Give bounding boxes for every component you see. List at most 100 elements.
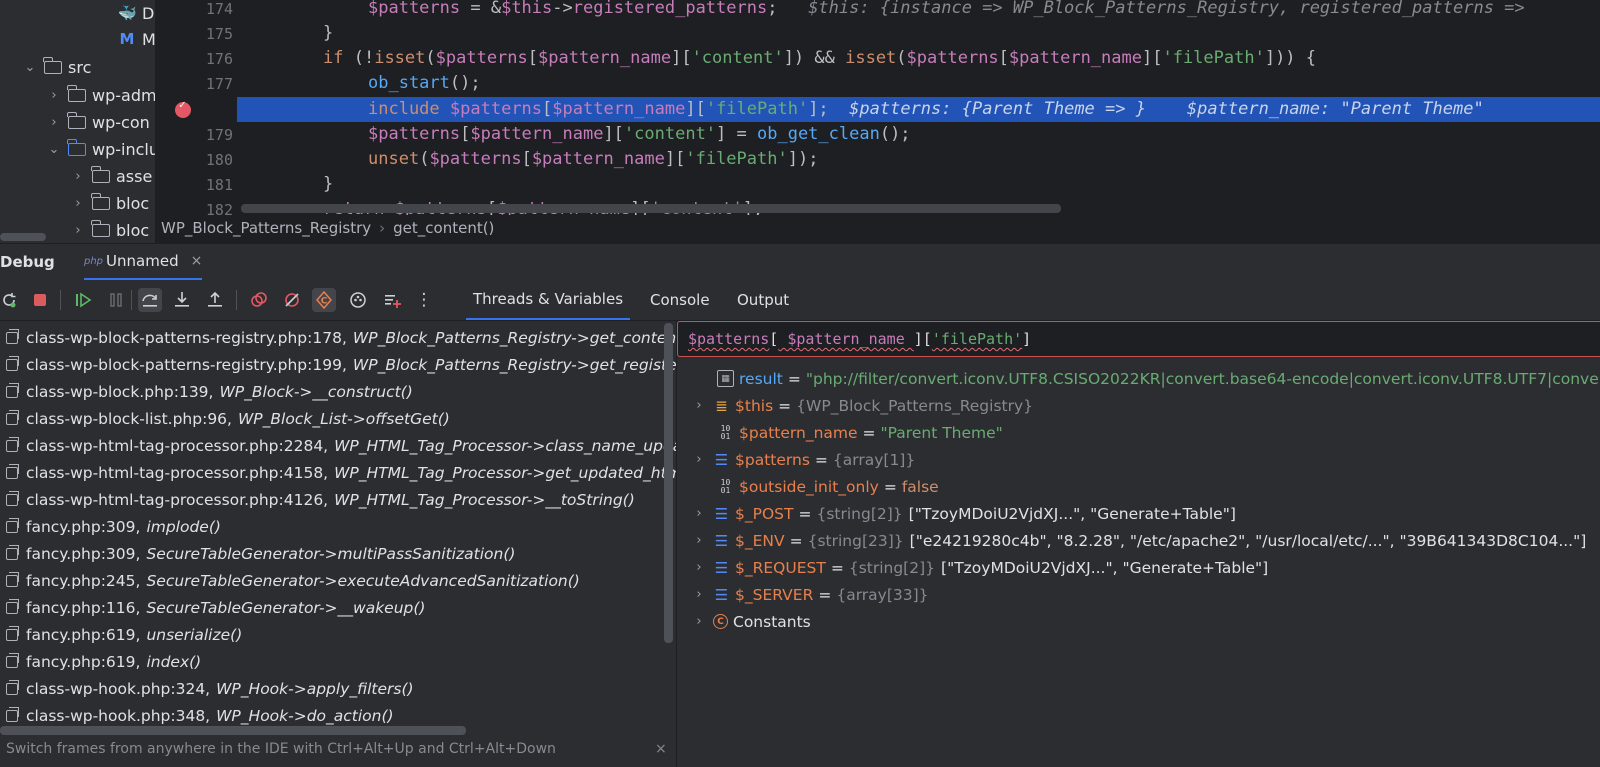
more-icon[interactable]: ⋮	[412, 288, 436, 312]
frame-row[interactable]: fancy.php:619, index()	[0, 648, 201, 675]
close-icon[interactable]: ×	[655, 741, 667, 757]
step-out-icon[interactable]	[203, 288, 227, 312]
frame-icon	[6, 679, 19, 695]
frame-row[interactable]: class-wp-hook.php:348, WP_Hook->do_action…	[0, 702, 394, 729]
result-icon: ▦	[717, 370, 734, 387]
chevron-right-icon[interactable]: ›	[70, 223, 86, 238]
tree-item-block-2[interactable]: › bloc	[70, 217, 149, 243]
frame-row[interactable]: fancy.php:309, SecureTableGenerator->mult…	[0, 540, 515, 567]
pause-icon[interactable]	[104, 288, 128, 312]
variable-row-result[interactable]: ▦ result = "php://filter/convert.iconv.UTF…	[697, 365, 1600, 392]
resume-icon[interactable]	[71, 288, 95, 312]
evaluate-expression-input[interactable]: $patterns[ $pattern_name ]['filePath']	[677, 321, 1600, 357]
tree-item-docker-file[interactable]: 🐳 D	[118, 0, 154, 26]
variable-row-server[interactable]: › ☰ $_SERVER = {array[33]}	[677, 581, 928, 608]
frame-row[interactable]: class-wp-block-patterns-registry.php:199…	[0, 351, 676, 378]
tree-item-wp-includes[interactable]: ⌄ wp-inclu	[46, 136, 155, 162]
frame-row[interactable]: fancy.php:309, implode()	[0, 513, 221, 540]
debug-session-tab[interactable]: php Unnamed ×	[84, 244, 203, 280]
breakpoint-icon[interactable]	[175, 98, 191, 118]
view-breakpoints-icon[interactable]	[247, 288, 271, 312]
debug-title: Debug	[0, 253, 55, 271]
svg-text:C: C	[321, 297, 328, 307]
frame-row[interactable]: class-wp-block-list.php:96, WP_Block_List…	[0, 405, 450, 432]
tree-item-markdown-file[interactable]: MM	[118, 26, 155, 52]
chevron-right-icon[interactable]: ›	[46, 115, 62, 130]
frames-list: class-wp-block-patterns-registry.php:178…	[0, 321, 676, 767]
php-listen-icon[interactable]: C	[312, 288, 336, 312]
chevron-down-icon[interactable]: ⌄	[46, 142, 62, 157]
tree-scrollbar[interactable]	[0, 233, 46, 241]
variable-row-pattern-name[interactable]: 10 01 $pattern_name = "Parent Theme"	[697, 419, 1003, 446]
variable-row-patterns[interactable]: › ☰ $patterns = {array[1]}	[677, 446, 915, 473]
code-editor[interactable]: 174 175 176 177 179 180 181 182 $pattern…	[155, 0, 1600, 215]
chevron-down-icon[interactable]: ⌄	[22, 60, 38, 75]
code-line-175: }	[323, 23, 334, 43]
frames-horizontal-scrollbar[interactable]	[0, 726, 466, 735]
mute-breakpoints-icon[interactable]	[280, 288, 304, 312]
frame-icon	[6, 382, 19, 398]
stop-icon[interactable]	[28, 288, 52, 312]
step-into-icon[interactable]	[170, 288, 194, 312]
line-number: 182	[205, 201, 233, 215]
variable-row-constants[interactable]: › C Constants	[677, 608, 810, 635]
frame-icon	[6, 355, 19, 371]
variable-row-env[interactable]: › ☰ $_ENV = {string[23]} ["e24219280c4b", "8…	[677, 527, 1586, 554]
chevron-right-icon[interactable]: ›	[70, 196, 86, 211]
tab-console[interactable]: Console	[650, 280, 710, 320]
frame-icon	[6, 463, 19, 479]
breadcrumb-separator: ›	[379, 219, 386, 237]
close-icon[interactable]: ×	[191, 253, 203, 269]
array-icon: ☰	[714, 531, 729, 550]
tree-item-block-1[interactable]: › bloc	[70, 190, 149, 216]
tree-item-wp-content[interactable]: › wp-con	[46, 109, 150, 135]
chevron-right-icon[interactable]: ›	[46, 88, 62, 103]
frame-row[interactable]: fancy.php:116, SecureTableGenerator->__wa…	[0, 594, 425, 621]
chevron-right-icon[interactable]: ›	[691, 560, 707, 575]
chevron-right-icon[interactable]: ›	[691, 398, 707, 413]
add-watch-icon[interactable]	[380, 288, 404, 312]
folder-icon	[67, 138, 86, 156]
chevron-right-icon[interactable]: ›	[691, 452, 707, 467]
frame-row[interactable]: class-wp-block-patterns-registry.php:178…	[0, 324, 676, 351]
variable-row-outside-init-only[interactable]: 10 01 $outside_init_only = false	[697, 473, 939, 500]
breadcrumb: WP_Block_Patterns_Registry › get_content…	[155, 215, 1600, 241]
session-tab-label: Unnamed	[106, 252, 179, 270]
folder-icon	[91, 165, 110, 183]
frame-row[interactable]: class-wp-hook.php:324, WP_Hook->apply_fil…	[0, 675, 414, 702]
frame-row[interactable]: class-wp-html-tag-processor.php:4158, WP_…	[0, 459, 676, 486]
line-number: 177	[205, 75, 233, 93]
frame-row[interactable]: class-wp-block.php:139, WP_Block->__const…	[0, 378, 413, 405]
code-line-180: unset($patterns[$pattern_name]['filePath…	[368, 149, 819, 169]
primitive-icon: 10 01	[720, 423, 731, 441]
frame-icon	[6, 544, 19, 560]
tab-threads-variables[interactable]: Threads & Variables	[466, 280, 630, 320]
chevron-right-icon[interactable]: ›	[691, 587, 707, 602]
folder-icon	[67, 84, 86, 102]
frame-row[interactable]: fancy.php:619, unserialize()	[0, 621, 242, 648]
frame-row[interactable]: class-wp-html-tag-processor.php:4126, WP_…	[0, 486, 635, 513]
chevron-right-icon[interactable]: ›	[70, 169, 86, 184]
rerun-icon[interactable]	[0, 288, 21, 312]
tree-item-wp-admin[interactable]: › wp-adm	[46, 82, 155, 108]
code-line-179: $patterns[$pattern_name]['content'] = ob…	[368, 124, 911, 144]
variable-row-this[interactable]: › ≣ $this = {WP_Block_Patterns_Registry}	[677, 392, 1033, 419]
tree-item-assets[interactable]: › asse	[70, 163, 152, 189]
chevron-right-icon[interactable]: ›	[691, 614, 707, 629]
variable-row-post[interactable]: › ☰ $_POST = {string[2]} ["TzoyMDoiU2VjdXJ..…	[677, 500, 1235, 527]
frame-icon	[6, 652, 19, 668]
variable-row-request[interactable]: › ☰ $_REQUEST = {string[2]} ["TzoyMDoiU2VjdX…	[677, 554, 1268, 581]
frame-row[interactable]: fancy.php:245, SecureTableGenerator->exec…	[0, 567, 580, 594]
settings-icon[interactable]	[346, 288, 370, 312]
step-over-icon[interactable]	[138, 288, 162, 312]
chevron-right-icon[interactable]: ›	[691, 506, 707, 521]
frame-row[interactable]: class-wp-html-tag-processor.php:2284, WP_…	[0, 432, 676, 459]
array-icon: ☰	[714, 450, 729, 469]
breadcrumb-method[interactable]: get_content()	[393, 219, 494, 237]
frames-vertical-scrollbar[interactable]	[664, 323, 673, 643]
chevron-right-icon[interactable]: ›	[691, 533, 707, 548]
editor-horizontal-scrollbar[interactable]	[241, 204, 1061, 213]
tree-item-src[interactable]: ⌄ src	[22, 54, 91, 80]
tab-output[interactable]: Output	[737, 280, 789, 320]
breadcrumb-class[interactable]: WP_Block_Patterns_Registry	[161, 219, 371, 237]
